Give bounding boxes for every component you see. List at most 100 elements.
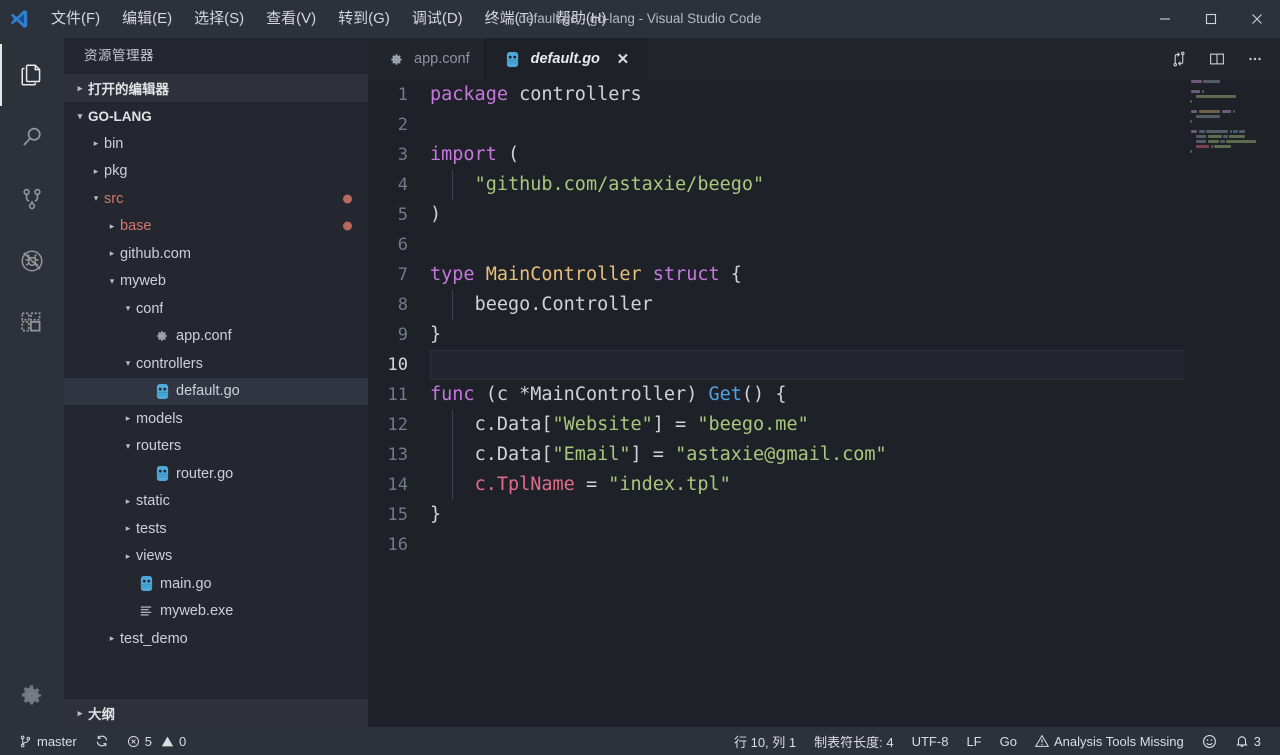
activity-debug[interactable] <box>0 230 64 292</box>
activity-explorer[interactable] <box>0 44 64 106</box>
chevron-right-icon: ▸ <box>93 138 99 149</box>
code-line-12[interactable]: 12 c.Data["Website"] = "beego.me" <box>368 410 1280 440</box>
code-line-8[interactable]: 8 beego.Controller <box>368 290 1280 320</box>
indent-guide <box>452 470 453 500</box>
menu-debug[interactable]: 调试(D) <box>401 5 474 33</box>
chevron-down-icon: ▾ <box>125 358 131 369</box>
code-line-14[interactable]: 14 c.TplName = "index.tpl" <box>368 470 1280 500</box>
line-number: 1 <box>397 85 408 105</box>
activity-search[interactable] <box>0 106 64 168</box>
code-line-2[interactable]: 2 <box>368 110 1280 140</box>
open-changes-button[interactable] <box>1160 40 1198 78</box>
file-tree[interactable]: ▸ bin ▸ pkg ▾ src ▸ base ▸ github.com ▾ myweb ▾ conf ▸… <box>64 130 368 699</box>
tree-item-pkg[interactable]: ▸ pkg <box>64 158 368 186</box>
tab-default-go-label: default.go <box>530 51 600 67</box>
go-icon <box>503 51 523 68</box>
conf-file-icon <box>152 329 172 343</box>
tree-item-default-go[interactable]: ▸default.go <box>64 377 368 405</box>
minimap[interactable] <box>1184 80 1280 727</box>
activity-source-control[interactable] <box>0 168 64 230</box>
status-eol[interactable]: LF <box>957 727 990 755</box>
code-line-5[interactable]: 5) <box>368 200 1280 230</box>
tree-item-conf[interactable]: ▾ conf <box>64 295 368 323</box>
code-line-9[interactable]: 9} <box>368 320 1280 350</box>
code-line-6[interactable]: 6 <box>368 230 1280 260</box>
menu-edit[interactable]: 编辑(E) <box>111 5 183 33</box>
tree-item-routers[interactable]: ▾ routers <box>64 433 368 461</box>
status-notifications[interactable]: 3 <box>1226 727 1270 755</box>
menu-file[interactable]: 文件(F) <box>40 5 111 33</box>
tree-item-controllers[interactable]: ▾ controllers <box>64 350 368 378</box>
line-number: 13 <box>387 445 408 465</box>
tree-item-test-demo[interactable]: ▸ test_demo <box>64 625 368 653</box>
status-analysis-tools[interactable]: Analysis Tools Missing <box>1026 727 1193 755</box>
tab-default-go[interactable]: default.go ✕ <box>484 38 647 80</box>
status-feedback[interactable] <box>1193 727 1226 755</box>
tree-item-src[interactable]: ▾ src <box>64 185 368 213</box>
code-line-text: func (c *MainController) Get() { <box>430 384 787 405</box>
code-line-16[interactable]: 16 <box>368 530 1280 560</box>
section-open-editors[interactable]: ▸ 打开的编辑器 <box>64 74 368 102</box>
section-open-editors-label: 打开的编辑器 <box>88 82 169 97</box>
close-icon[interactable]: ✕ <box>614 50 632 68</box>
status-problems[interactable]: 5 0 <box>118 727 195 755</box>
code-line-3[interactable]: 3 import ( <box>368 140 1280 170</box>
menu-view[interactable]: 查看(V) <box>255 5 327 33</box>
indent-guide <box>452 410 453 440</box>
code-line-4[interactable]: 4 "github.com/astaxie/beego" <box>368 170 1280 200</box>
tree-item-github-com[interactable]: ▸ github.com <box>64 240 368 268</box>
tree-item-myweb-exe[interactable]: ▸myweb.exe <box>64 598 368 626</box>
code-line-13[interactable]: 13 c.Data["Email"] = "astaxie@gmail.com" <box>368 440 1280 470</box>
line-number: 2 <box>397 115 408 135</box>
git-modified-dot-icon <box>343 194 352 204</box>
line-number: 15 <box>387 505 408 525</box>
code-line-1[interactable]: 1 package controllers <box>368 80 1280 110</box>
chevron-down-icon: ▾ <box>93 193 99 204</box>
code-line-15[interactable]: 15} <box>368 500 1280 530</box>
activity-settings[interactable] <box>0 665 64 727</box>
tree-item-models[interactable]: ▸ models <box>64 405 368 433</box>
close-button[interactable] <box>1234 0 1280 38</box>
minimize-button[interactable] <box>1142 0 1188 38</box>
status-language-mode[interactable]: Go <box>991 727 1026 755</box>
status-cursor-position[interactable]: 行 10, 列 1 <box>725 727 805 755</box>
tree-item-label: bin <box>104 135 124 152</box>
code-line-7[interactable]: 7 type MainController struct { <box>368 260 1280 290</box>
code-line-text: package controllers <box>430 84 642 105</box>
tree-item-myweb[interactable]: ▾ myweb <box>64 268 368 296</box>
tree-item-main-go[interactable]: ▸main.go <box>64 570 368 598</box>
menu-go[interactable]: 转到(G) <box>327 5 401 33</box>
menu-selection[interactable]: 选择(S) <box>183 5 255 33</box>
code-editor[interactable]: 1 package controllers 2 3 import (4 "github.… <box>368 80 1280 727</box>
code-line-11[interactable]: 11 func (c *MainController) Get() { <box>368 380 1280 410</box>
section-project-root[interactable]: ▾ GO-LANG <box>64 102 368 130</box>
section-outline[interactable]: ▸ 大纲 <box>64 699 368 727</box>
maximize-button[interactable] <box>1188 0 1234 38</box>
tree-item-views[interactable]: ▸ views <box>64 543 368 571</box>
status-indentation[interactable]: 制表符长度: 4 <box>805 727 902 755</box>
tree-item-app-conf[interactable]: ▸app.conf <box>64 323 368 351</box>
menu-help[interactable]: 帮助(H) <box>545 5 618 33</box>
code-lines[interactable]: 1 package controllers 2 3 import (4 "github.… <box>368 80 1280 727</box>
chevron-right-icon: ▸ <box>77 707 83 718</box>
code-line-text: } <box>430 324 442 345</box>
chevron-right-icon: ▸ <box>109 220 115 231</box>
code-line-10[interactable]: 10 <box>368 350 1280 380</box>
tree-item-static[interactable]: ▸ static <box>64 488 368 516</box>
tree-item-base[interactable]: ▸ base <box>64 213 368 241</box>
tab-app-conf[interactable]: app.conf <box>368 38 485 80</box>
more-actions-button[interactable] <box>1236 40 1274 78</box>
tree-item-tests[interactable]: ▸ tests <box>64 515 368 543</box>
menu-terminal[interactable]: 终端(T) <box>474 5 545 33</box>
workbench-body: 资源管理器 ▸ 打开的编辑器 ▾ GO-LANG ▸ bin ▸ pkg ▾ src ▸ ba… <box>0 38 1280 727</box>
status-encoding[interactable]: UTF-8 <box>903 727 958 755</box>
tree-item-label: src <box>104 190 124 207</box>
chevron-right-icon: ▸ <box>77 82 83 93</box>
split-editor-button[interactable] <box>1198 40 1236 78</box>
tree-item-router-go[interactable]: ▸router.go <box>64 460 368 488</box>
code-line-text: type MainController struct { <box>430 264 742 285</box>
status-sync[interactable] <box>86 727 118 755</box>
status-branch[interactable]: master <box>10 727 86 755</box>
tree-item-bin[interactable]: ▸ bin <box>64 130 368 158</box>
activity-extensions[interactable] <box>0 292 64 354</box>
